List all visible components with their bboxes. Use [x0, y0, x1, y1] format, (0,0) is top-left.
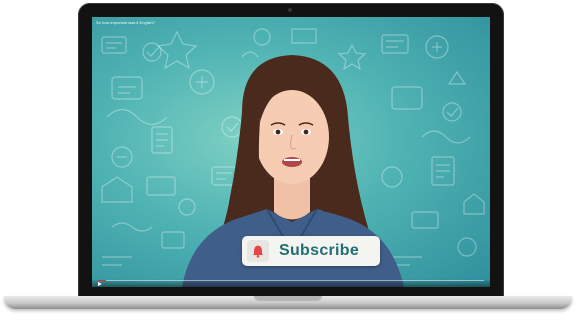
subscribe-button[interactable]: Subscribe [242, 236, 380, 266]
bell-icon [252, 245, 264, 258]
bell-badge [247, 240, 269, 262]
laptop-base [4, 296, 572, 309]
progress-track[interactable] [98, 280, 484, 281]
webcam-icon [288, 8, 292, 12]
video-screen[interactable]: So how important was it English? Subscri… [92, 17, 490, 287]
play-icon[interactable] [98, 282, 102, 286]
progress-fill [98, 280, 106, 281]
laptop-frame: So how important was it English? Subscri… [78, 3, 504, 297]
subscribe-label: Subscribe [279, 242, 360, 259]
video-controls [92, 279, 490, 287]
laptop-notch [254, 296, 322, 301]
